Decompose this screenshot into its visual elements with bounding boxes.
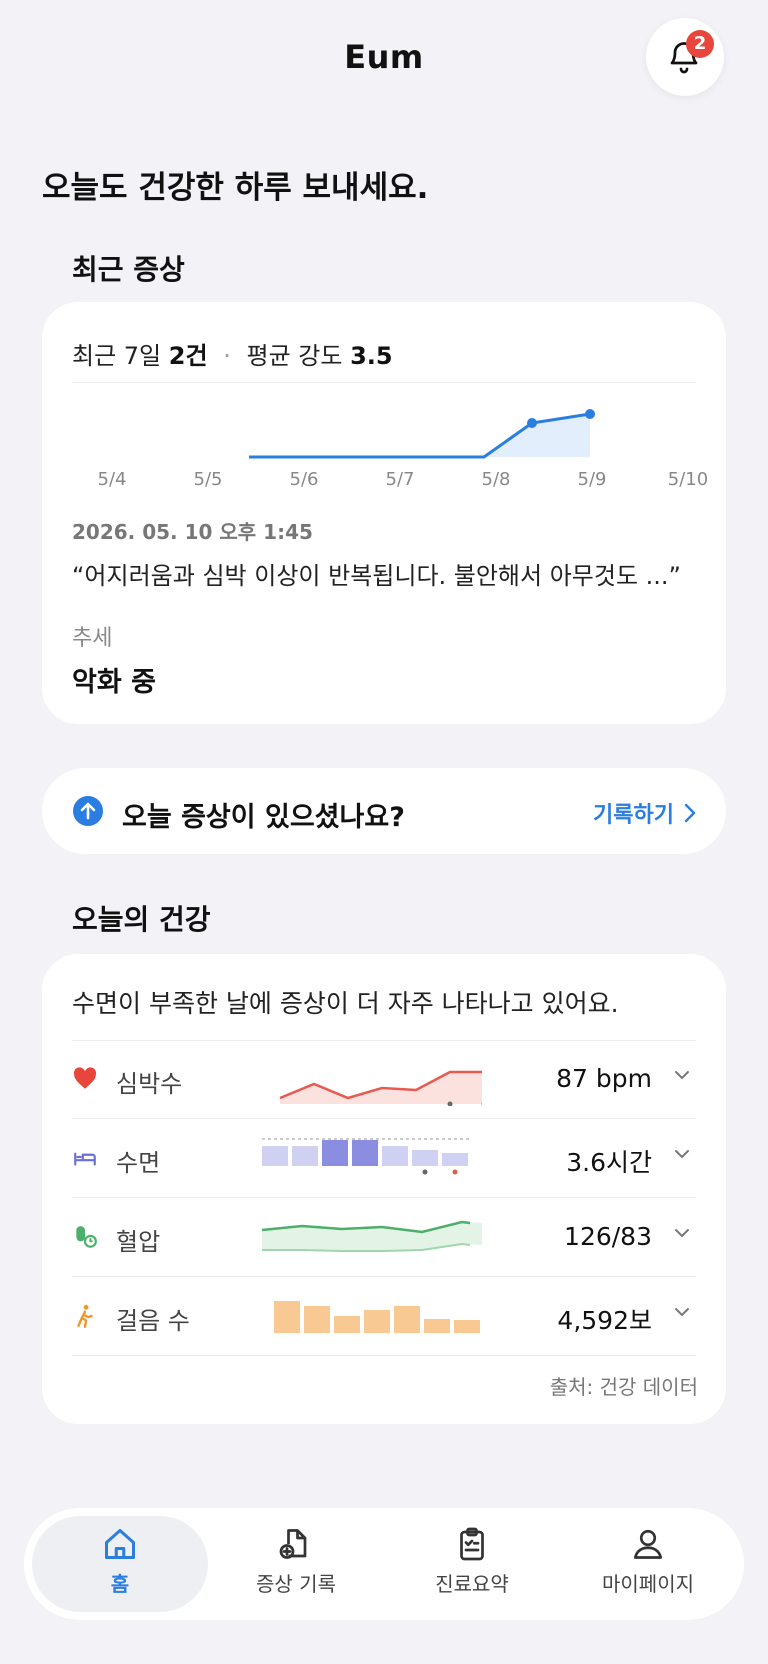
record-button-label: 기록하기	[593, 803, 674, 828]
tab-label: 증상 기록	[256, 1572, 336, 1596]
x-tick-label: 5/10	[668, 469, 708, 490]
divider	[72, 382, 696, 383]
recent-symptoms-card[interactable]: 최근 7일 2건 · 평균 강도 3.5 5/4 5/5 5/6 5/7 5/8…	[42, 302, 726, 724]
x-tick-label: 5/9	[578, 469, 607, 490]
record-button[interactable]: 기록하기	[593, 797, 696, 829]
summary-avg-value: 3.5	[350, 342, 393, 370]
record-symptom-card[interactable]: 오늘 증상이 있으셨나요? 기록하기	[42, 768, 726, 854]
data-source: 출처: 건강 데이터	[549, 1375, 698, 1399]
symptom-summary: 최근 7일 2건 · 평균 강도 3.5	[72, 336, 393, 371]
tab-symptom-record[interactable]: 증상 기록	[208, 1516, 384, 1612]
bed-icon	[74, 1152, 96, 1166]
metric-value: 126/83	[564, 1222, 652, 1251]
heart-rate-sparkline	[279, 1070, 482, 1106]
recent-symptoms-title: 최근 증상	[72, 253, 185, 286]
symptom-trend-chart: 5/4 5/5 5/6 5/7 5/8 5/9 5/10	[98, 409, 708, 490]
tab-home[interactable]: 홈	[32, 1516, 208, 1612]
x-tick-label: 5/7	[386, 469, 415, 490]
latest-symptom-time: 2026. 05. 10 오후 1:45	[72, 520, 313, 544]
summary-dot: ·	[223, 342, 231, 370]
metric-label: 심박수	[116, 1070, 183, 1098]
chevron-right-icon	[684, 803, 696, 823]
metric-row-steps[interactable]: 걸음 수 4,592보	[72, 1277, 696, 1355]
bottom-tab-bar: 홈 증상 기록 진료요약 마이페이지	[24, 1508, 744, 1620]
metric-row-heart-rate[interactable]: 심박수 87 bpm	[72, 1040, 696, 1118]
x-tick-label: 5/5	[194, 469, 223, 490]
x-tick-label: 5/6	[290, 469, 319, 490]
metric-value: 3.6시간	[566, 1148, 652, 1177]
metric-value: 4,592보	[557, 1306, 652, 1335]
summary-prefix: 최근 7일	[72, 342, 162, 370]
blood-pressure-sparkline	[262, 1220, 482, 1252]
notification-badge: 2	[686, 30, 714, 58]
metric-label: 혈압	[116, 1228, 161, 1256]
latest-symptom-quote: “어지러움과 심박 이상이 반복됩니다. 불안해서 아무것도 ...”	[72, 562, 681, 590]
header: Eum 2	[0, 0, 768, 120]
chevron-down-icon	[675, 1308, 689, 1317]
tab-label: 홈	[110, 1572, 130, 1596]
trend-label: 추세	[72, 626, 113, 651]
walk-icon	[77, 1304, 93, 1329]
today-health-title: 오늘의 건강	[72, 903, 211, 936]
add-document-icon	[279, 1529, 307, 1559]
tab-medical-summary[interactable]: 진료요약	[384, 1516, 560, 1612]
metric-value: 87 bpm	[556, 1064, 652, 1093]
steps-sparkline	[274, 1301, 480, 1333]
trend-point	[527, 418, 537, 428]
divider	[72, 1355, 696, 1356]
tab-label: 마이페이지	[602, 1572, 694, 1596]
metric-row-blood-pressure[interactable]: 혈압 126/83	[72, 1198, 696, 1276]
x-tick-label: 5/4	[98, 469, 127, 490]
summary-avg-label: 평균 강도	[246, 342, 343, 370]
chevron-down-icon	[675, 1150, 689, 1159]
sleep-sparkline	[262, 1138, 470, 1175]
notification-button[interactable]: 2	[646, 18, 724, 96]
health-insight: 수면이 부족한 날에 증상이 더 자주 나타나고 있어요.	[72, 989, 619, 1018]
home-icon	[105, 1529, 135, 1559]
person-icon	[633, 1529, 663, 1559]
summary-count: 2건	[168, 342, 208, 370]
metric-label: 수면	[116, 1149, 161, 1177]
clipboard-icon	[460, 1527, 484, 1561]
blood-pressure-icon	[76, 1226, 97, 1248]
chevron-down-icon	[675, 1229, 689, 1238]
record-question: 오늘 증상이 있으셨나요?	[122, 802, 405, 833]
metric-label: 걸음 수	[116, 1307, 190, 1335]
arrow-up-circle-icon	[73, 796, 103, 826]
heart-icon	[73, 1067, 97, 1089]
x-tick-label: 5/8	[482, 469, 511, 490]
greeting: 오늘도 건강한 하루 보내세요.	[42, 170, 429, 206]
today-health-card: 수면이 부족한 날에 증상이 더 자주 나타나고 있어요. 심박수 87 bpm…	[42, 954, 726, 1424]
metric-row-sleep[interactable]: 수면 3.6시간	[72, 1119, 696, 1197]
tab-label: 진료요약	[435, 1572, 509, 1596]
chevron-down-icon	[675, 1071, 689, 1080]
tab-my-page[interactable]: 마이페이지	[560, 1516, 736, 1612]
trend-value: 악화 중	[72, 667, 156, 698]
trend-point	[585, 409, 595, 419]
